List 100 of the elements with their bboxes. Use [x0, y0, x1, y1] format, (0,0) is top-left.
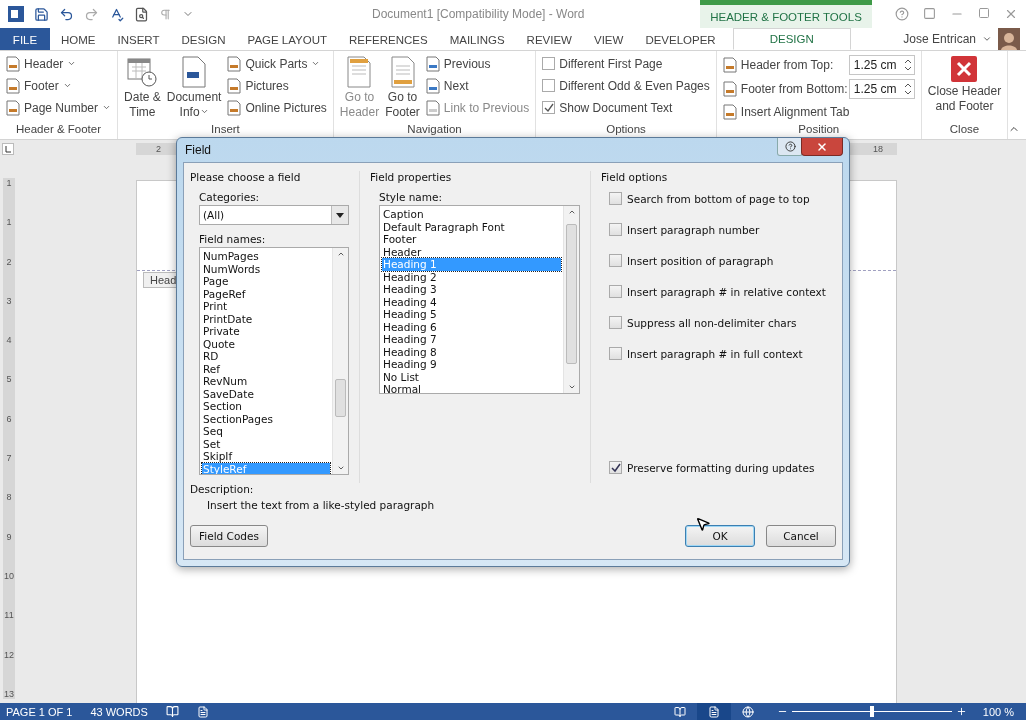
print-preview-icon[interactable]: [134, 6, 149, 22]
list-item[interactable]: SkipIf: [202, 450, 330, 463]
proofing-icon[interactable]: [165, 705, 179, 718]
ribbon-button[interactable]: Pictures: [227, 76, 327, 95]
list-item[interactable]: RevNum: [202, 375, 330, 388]
list-item[interactable]: SectionPages: [202, 412, 330, 425]
ribbon-button[interactable]: Quick Parts: [227, 54, 327, 73]
zoom-in-icon[interactable]: [955, 706, 967, 717]
zoom-percent[interactable]: 100 %: [982, 705, 1014, 718]
ribbon-button[interactable]: Go to Footer: [385, 54, 420, 120]
save-icon[interactable]: [34, 6, 49, 22]
list-item[interactable]: Page: [202, 275, 330, 288]
field-names-list[interactable]: NumPages NumWords Page PageRef Print PrintDate Private Quote RD Ref RevNum SaveDate Section SectionPages Seq Set SkipIf StyleRef: [199, 247, 349, 475]
list-item[interactable]: Quote: [202, 337, 330, 350]
list-item[interactable]: Heading 3: [382, 283, 561, 296]
ribbon-checkbox[interactable]: Different Odd & Even Pages: [542, 76, 710, 95]
zoom-thumb[interactable]: [869, 706, 874, 717]
list-item[interactable]: Default Paragraph Font: [382, 220, 561, 233]
avatar-icon[interactable]: [998, 28, 1020, 50]
checkbox[interactable]: [542, 101, 556, 114]
checkbox[interactable]: [609, 192, 622, 205]
close-button[interactable]: [801, 138, 843, 156]
scroll-thumb[interactable]: [335, 379, 346, 417]
list-item[interactable]: Heading 5: [382, 308, 561, 321]
close-icon[interactable]: [1004, 7, 1018, 21]
ribbon-button[interactable]: Document Info: [166, 54, 222, 120]
ribbon-checkbox[interactable]: Different First Page: [542, 54, 710, 73]
list-item[interactable]: Normal: [382, 383, 561, 393]
list-item[interactable]: Heading 2: [382, 270, 561, 283]
list-item[interactable]: PageRef: [202, 287, 330, 300]
ribbon-button[interactable]: Close Header and Footer: [927, 54, 1002, 114]
spelling-icon[interactable]: [109, 6, 124, 22]
undo-icon[interactable]: [59, 6, 74, 22]
list-item[interactable]: Ref: [202, 362, 330, 375]
ribbon-tab[interactable]: DESIGN: [732, 28, 851, 50]
ribbon-tab[interactable]: FILE: [0, 28, 50, 50]
ribbon-checkbox[interactable]: Show Document Text: [542, 98, 710, 117]
list-item[interactable]: Seq: [202, 425, 330, 438]
page-count[interactable]: PAGE 1 OF 1: [6, 705, 73, 718]
checkbox[interactable]: [609, 316, 622, 329]
dialog-button[interactable]: Field Codes: [190, 525, 268, 547]
categories-dropdown[interactable]: (All): [199, 205, 349, 225]
ribbon-button[interactable]: Next: [425, 76, 530, 95]
ribbon-button[interactable]: Footer: [6, 76, 112, 95]
list-item[interactable]: Heading 6: [382, 320, 561, 333]
list-item[interactable]: Caption: [382, 208, 561, 221]
list-item[interactable]: No List: [382, 370, 561, 383]
spin-field[interactable]: 1.25 cm: [848, 54, 915, 75]
checkbox[interactable]: [609, 347, 622, 360]
scrollbar[interactable]: [563, 206, 579, 393]
list-item[interactable]: Section: [202, 400, 330, 413]
scroll-up-icon[interactable]: [336, 250, 345, 258]
list-item[interactable]: Header: [382, 245, 561, 258]
word-logo-icon[interactable]: [8, 6, 24, 22]
list-item[interactable]: Footer: [382, 233, 561, 246]
list-item[interactable]: Heading 8: [382, 345, 561, 358]
checkbox[interactable]: [542, 79, 556, 92]
list-item[interactable]: RD: [202, 350, 330, 363]
checkbox[interactable]: [609, 223, 622, 236]
window-title: Document1 [Compatibility Mode] - Word: [372, 7, 585, 21]
help-button[interactable]: [777, 138, 803, 156]
view-button[interactable]: [696, 703, 731, 720]
style-name-list[interactable]: Caption Default Paragraph Font Footer Header Heading 1 Heading 2 Heading 3 Heading 4 Heading 5 Heading 6 Heading 7 Heading 8 Heading 9 No List Normal: [379, 205, 580, 394]
scroll-down-icon[interactable]: [336, 464, 345, 472]
list-item[interactable]: Heading 9: [382, 358, 561, 371]
list-item[interactable]: Set: [202, 437, 330, 450]
checkbox[interactable]: [609, 285, 622, 298]
caret-icon[interactable]: [982, 34, 992, 44]
scroll-up-icon[interactable]: [567, 208, 576, 216]
dialog-button[interactable]: OK: [685, 525, 755, 547]
checkbox[interactable]: [542, 57, 556, 70]
maximize-icon[interactable]: [978, 7, 990, 19]
macro-icon[interactable]: [196, 705, 209, 718]
user-name[interactable]: Jose Entrican: [903, 32, 976, 46]
word-count[interactable]: 43 WORDS: [90, 705, 148, 718]
list-item[interactable]: Private: [202, 325, 330, 338]
redo-icon[interactable]: [84, 6, 99, 22]
list-item[interactable]: NumWords: [202, 262, 330, 275]
ribbon-button[interactable]: Date & Time: [124, 54, 161, 120]
ribbon-button[interactable]: Page Number: [6, 98, 112, 117]
tab-selector-icon[interactable]: [2, 143, 14, 155]
scroll-thumb[interactable]: [566, 224, 577, 364]
list-item[interactable]: SaveDate: [202, 387, 330, 400]
ribbon-display-icon[interactable]: [923, 7, 936, 20]
ribbon-button[interactable]: Header: [6, 54, 112, 73]
dialog-button[interactable]: Cancel: [766, 525, 836, 547]
checkbox[interactable]: [609, 254, 622, 267]
list-item[interactable]: Heading 4: [382, 295, 561, 308]
list-item[interactable]: Heading 7: [382, 333, 561, 346]
list-item[interactable]: Print: [202, 300, 330, 313]
list-item[interactable]: NumPages: [202, 250, 330, 263]
scrollbar[interactable]: [332, 248, 348, 474]
list-item[interactable]: PrintDate: [202, 312, 330, 325]
ribbon-button[interactable]: Insert Alignment Tab: [722, 102, 915, 121]
scroll-down-icon[interactable]: [567, 383, 576, 391]
ribbon-button[interactable]: Previous: [425, 54, 530, 73]
spin-field[interactable]: 1.25 cm: [848, 78, 915, 99]
ribbon-button[interactable]: Online Pictures: [227, 98, 327, 117]
checkbox[interactable]: [609, 461, 622, 474]
help-icon[interactable]: [895, 7, 909, 21]
